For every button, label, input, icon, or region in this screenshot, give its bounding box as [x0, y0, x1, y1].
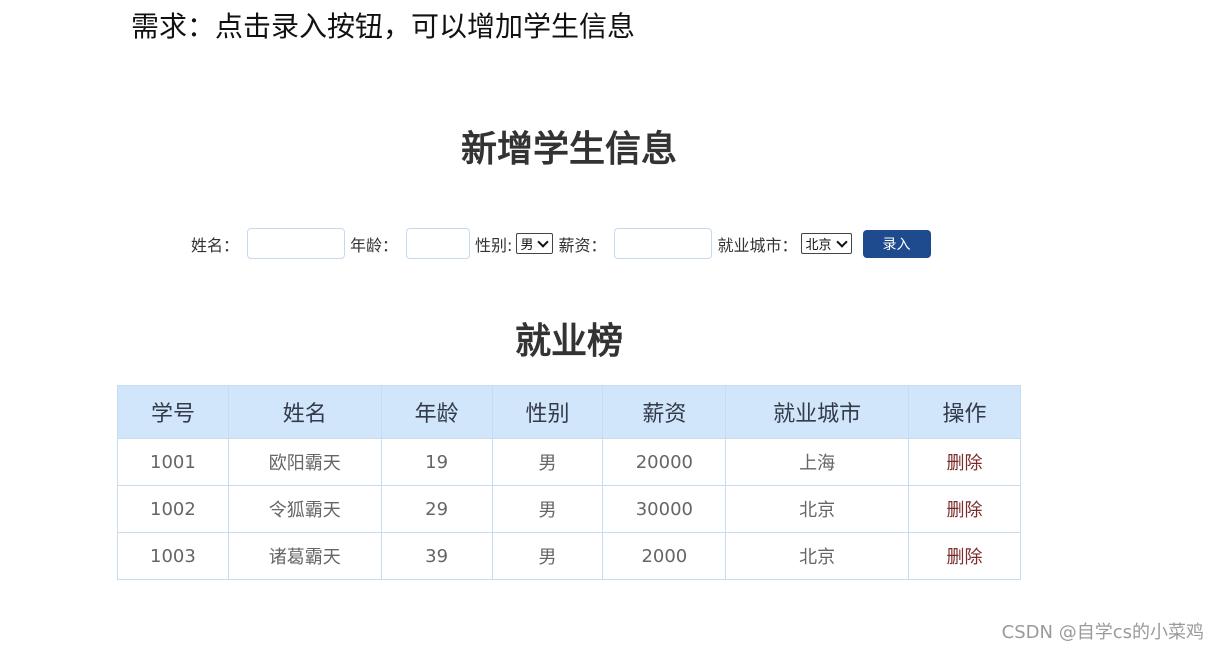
- salary-input[interactable]: [614, 228, 713, 259]
- column-header-city: 就业城市: [725, 385, 910, 439]
- employment-table: 学号 姓名 年龄 性别 薪资 就业城市 操作 1001 欧阳霸天 19 男 20…: [117, 385, 1021, 580]
- chevron-down-icon: [835, 235, 848, 248]
- gender-select-value: 男: [520, 238, 534, 253]
- cell-name: 令狐霸天: [227, 485, 382, 533]
- age-label: 年龄：: [350, 235, 399, 255]
- cell-salary: 30000: [602, 485, 727, 533]
- column-header-id: 学号: [117, 385, 229, 439]
- name-input[interactable]: [247, 228, 346, 259]
- form-title: 新增学生信息: [460, 129, 677, 170]
- table-row: 1003 诸葛霸天 39 男 2000 北京 删除: [117, 532, 1021, 580]
- cell-action: 删除: [908, 532, 1021, 580]
- table-row: 1001 欧阳霸天 19 男 20000 上海 删除: [117, 438, 1021, 486]
- cell-city: 北京: [725, 532, 910, 580]
- cell-city: 上海: [725, 438, 910, 486]
- cell-age: 19: [380, 438, 493, 486]
- city-select[interactable]: 北京: [801, 233, 852, 254]
- submit-button[interactable]: 录入: [862, 229, 931, 258]
- delete-link[interactable]: 删除: [947, 547, 983, 568]
- cell-age: 39: [380, 532, 493, 580]
- column-header-name: 姓名: [227, 385, 382, 439]
- column-header-gender: 性别: [491, 385, 604, 439]
- delete-link[interactable]: 删除: [947, 500, 983, 521]
- salary-label: 薪资：: [558, 235, 607, 255]
- cell-gender: 男: [491, 438, 604, 486]
- chevron-down-icon: [537, 235, 550, 248]
- cell-name: 欧阳霸天: [227, 438, 382, 486]
- delete-link[interactable]: 删除: [947, 453, 983, 474]
- city-select-value: 北京: [805, 238, 832, 253]
- cell-id: 1002: [117, 485, 229, 533]
- cell-gender: 男: [491, 485, 604, 533]
- requirement-text: 需求：点击录入按钮，可以增加学生信息: [131, 10, 636, 43]
- city-label: 就业城市：: [717, 235, 798, 255]
- cell-id: 1001: [117, 438, 229, 486]
- cell-city: 北京: [725, 485, 910, 533]
- cell-gender: 男: [491, 532, 604, 580]
- gender-label: 性别:: [475, 235, 513, 255]
- column-header-age: 年龄: [380, 385, 493, 439]
- cell-salary: 20000: [602, 438, 727, 486]
- cell-id: 1003: [117, 532, 229, 580]
- watermark: CSDN @自学cs的小菜鸡: [1001, 622, 1204, 643]
- gender-select[interactable]: 男: [516, 233, 554, 254]
- table-header-row: 学号 姓名 年龄 性别 薪资 就业城市 操作: [117, 385, 1021, 439]
- column-header-salary: 薪资: [602, 385, 727, 439]
- cell-salary: 2000: [602, 532, 727, 580]
- column-header-action: 操作: [908, 385, 1021, 439]
- cell-name: 诸葛霸天: [227, 532, 382, 580]
- age-input[interactable]: [406, 228, 471, 259]
- cell-action: 删除: [908, 485, 1021, 533]
- table-row: 1002 令狐霸天 29 男 30000 北京 删除: [117, 485, 1021, 533]
- cell-action: 删除: [908, 438, 1021, 486]
- cell-age: 29: [380, 485, 493, 533]
- board-title: 就业榜: [514, 321, 623, 362]
- student-entry-form: 姓名： 年龄： 性别: 男 薪资： 就业城市： 北京 录入: [191, 228, 931, 259]
- name-label: 姓名：: [191, 235, 240, 255]
